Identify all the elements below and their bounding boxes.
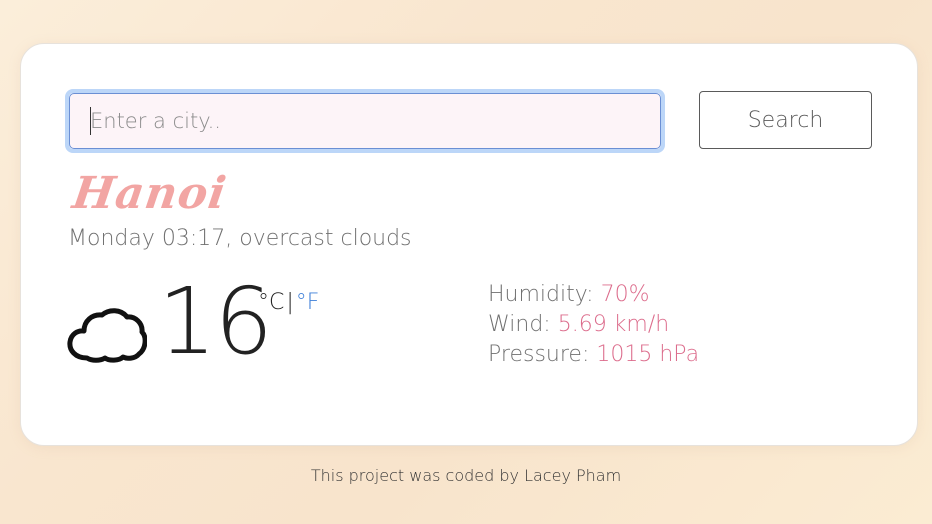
cloud-icon (67, 308, 147, 363)
celsius-unit[interactable]: °C (258, 290, 284, 315)
day-time: Monday 03:17 (68, 226, 226, 251)
pressure-label: Pressure: (488, 342, 590, 367)
city-search-input[interactable] (69, 93, 661, 149)
humidity-value: 70% (600, 282, 650, 307)
weather-card: Search Hanoi Monday 03:17, overcast clou… (20, 43, 918, 446)
humidity-label: Humidity: (488, 282, 594, 307)
weather-details: Humidity: 70% Wind: 5.69 km/h Pressure: … (488, 280, 699, 370)
weather-description: overcast clouds (239, 226, 412, 251)
footer-credit: This project was coded by Lacey Pham (310, 466, 622, 485)
city-name: Hanoi (69, 168, 230, 219)
fahrenheit-link[interactable]: °F (296, 290, 320, 315)
wind-row: Wind: 5.69 km/h (488, 310, 699, 340)
date-description: Monday 03:17, overcast clouds (68, 226, 412, 252)
wind-value: 5.69 km/h (557, 312, 670, 337)
wind-label: Wind: (488, 312, 551, 337)
search-button[interactable]: Search (699, 91, 872, 149)
pressure-value: 1015 hPa (596, 342, 700, 367)
humidity-row: Humidity: 70% (488, 280, 699, 310)
text-caret (90, 107, 91, 135)
search-field-wrapper (65, 89, 665, 153)
pressure-row: Pressure: 1015 hPa (488, 340, 699, 370)
unit-separator: | (286, 290, 294, 315)
comma-separator: , (225, 226, 240, 251)
unit-toggle: °C|°F (258, 290, 319, 315)
temperature-value: 16 (158, 268, 273, 375)
